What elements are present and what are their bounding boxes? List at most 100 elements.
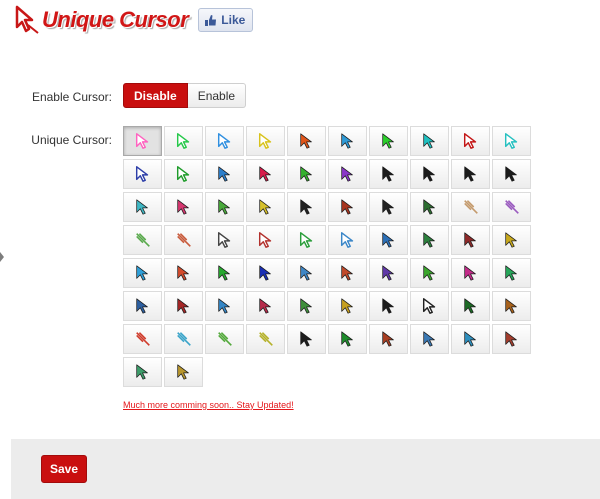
cursor-option[interactable]	[328, 291, 367, 321]
cursor-option[interactable]	[369, 291, 408, 321]
cursor-option[interactable]	[164, 258, 203, 288]
cursor-option[interactable]	[369, 159, 408, 189]
cursor-option[interactable]	[164, 291, 203, 321]
cursor-option[interactable]	[246, 126, 285, 156]
cursor-arrow-icon	[176, 298, 189, 314]
cursor-option[interactable]	[451, 126, 490, 156]
cursor-option[interactable]	[164, 192, 203, 222]
cursor-option[interactable]	[205, 225, 244, 255]
cursor-arrow-icon	[381, 199, 394, 215]
cursor-option[interactable]	[451, 291, 490, 321]
cursor-option[interactable]	[164, 159, 203, 189]
disable-option[interactable]: Disable	[123, 83, 188, 108]
cursor-option[interactable]	[328, 225, 367, 255]
cursor-option[interactable]	[246, 291, 285, 321]
cursor-option[interactable]	[287, 291, 326, 321]
cursor-arrow-icon	[258, 232, 271, 248]
cursor-arrow-icon	[217, 133, 230, 149]
cursor-option[interactable]	[287, 324, 326, 354]
collapse-handle-icon[interactable]	[0, 252, 4, 262]
cursor-option[interactable]	[287, 225, 326, 255]
cursor-arrow-icon	[176, 364, 189, 380]
cursor-option[interactable]	[205, 126, 244, 156]
cursor-option[interactable]	[451, 159, 490, 189]
cursor-option[interactable]	[205, 258, 244, 288]
cursor-option[interactable]	[451, 324, 490, 354]
cursor-arrow-icon	[217, 265, 230, 281]
cursor-arrow-icon	[422, 265, 435, 281]
cursor-option[interactable]	[451, 192, 490, 222]
cursor-option[interactable]	[410, 225, 449, 255]
cursor-option[interactable]	[164, 225, 203, 255]
cursor-arrow-icon	[463, 232, 476, 248]
cursor-arrow-icon	[381, 265, 394, 281]
cursor-option[interactable]	[123, 258, 162, 288]
cursor-option[interactable]	[246, 192, 285, 222]
enable-option[interactable]: Enable	[187, 83, 247, 108]
cursor-option[interactable]	[123, 291, 162, 321]
cursor-option[interactable]	[123, 192, 162, 222]
cursor-option[interactable]	[369, 258, 408, 288]
cursor-option[interactable]	[369, 192, 408, 222]
cursor-arrow-icon	[340, 166, 353, 182]
cursor-option[interactable]	[123, 324, 162, 354]
cursor-arrow-icon	[135, 332, 150, 346]
cursor-option[interactable]	[287, 258, 326, 288]
cursor-option[interactable]	[410, 159, 449, 189]
cursor-option[interactable]	[451, 258, 490, 288]
cursor-option[interactable]	[492, 126, 531, 156]
cursor-option[interactable]	[492, 291, 531, 321]
cursor-arrow-icon	[135, 166, 148, 182]
cursor-option[interactable]	[492, 258, 531, 288]
cursor-arrow-icon	[217, 332, 232, 346]
cursor-option[interactable]	[246, 159, 285, 189]
footer-bar: Save	[11, 439, 600, 499]
cursor-option[interactable]	[287, 126, 326, 156]
cursor-option[interactable]	[410, 291, 449, 321]
cursor-arrow-icon	[135, 133, 148, 149]
cursor-option[interactable]	[410, 192, 449, 222]
cursor-arrow-icon	[504, 133, 517, 149]
cursor-option[interactable]	[451, 225, 490, 255]
cursor-option[interactable]	[123, 126, 162, 156]
cursor-option[interactable]	[205, 159, 244, 189]
cursor-option[interactable]	[492, 324, 531, 354]
cursor-option[interactable]	[164, 357, 203, 387]
cursor-arrow-icon	[258, 199, 271, 215]
cursor-option[interactable]	[164, 324, 203, 354]
cursor-option[interactable]	[492, 225, 531, 255]
cursor-option[interactable]	[328, 192, 367, 222]
cursor-option[interactable]	[287, 192, 326, 222]
thumbs-up-icon	[205, 14, 217, 26]
cursor-option[interactable]	[328, 159, 367, 189]
cursor-option[interactable]	[492, 192, 531, 222]
cursor-arrow-icon	[381, 331, 394, 347]
cursor-option[interactable]	[410, 258, 449, 288]
cursor-option[interactable]	[492, 159, 531, 189]
cursor-option[interactable]	[369, 126, 408, 156]
cursor-arrow-icon	[381, 166, 394, 182]
cursor-option[interactable]	[369, 324, 408, 354]
save-button[interactable]: Save	[41, 455, 87, 483]
cursor-option[interactable]	[246, 258, 285, 288]
cursor-option[interactable]	[123, 159, 162, 189]
cursor-arrow-icon	[176, 133, 189, 149]
cursor-option[interactable]	[410, 126, 449, 156]
cursor-option[interactable]	[205, 192, 244, 222]
cursor-option[interactable]	[246, 225, 285, 255]
cursor-option[interactable]	[205, 291, 244, 321]
cursor-option[interactable]	[328, 126, 367, 156]
cursor-option[interactable]	[205, 324, 244, 354]
cursor-option[interactable]	[164, 126, 203, 156]
cursor-option[interactable]	[287, 159, 326, 189]
cursor-option[interactable]	[410, 324, 449, 354]
cursor-option[interactable]	[123, 357, 162, 387]
like-button[interactable]: Like	[198, 8, 254, 32]
cursor-arrow-icon	[299, 199, 312, 215]
cursor-option[interactable]	[369, 225, 408, 255]
cursor-option[interactable]	[123, 225, 162, 255]
coming-soon-link[interactable]: Much more comming soon.. Stay Updated!	[123, 400, 294, 410]
cursor-option[interactable]	[328, 324, 367, 354]
cursor-option[interactable]	[328, 258, 367, 288]
cursor-option[interactable]	[246, 324, 285, 354]
